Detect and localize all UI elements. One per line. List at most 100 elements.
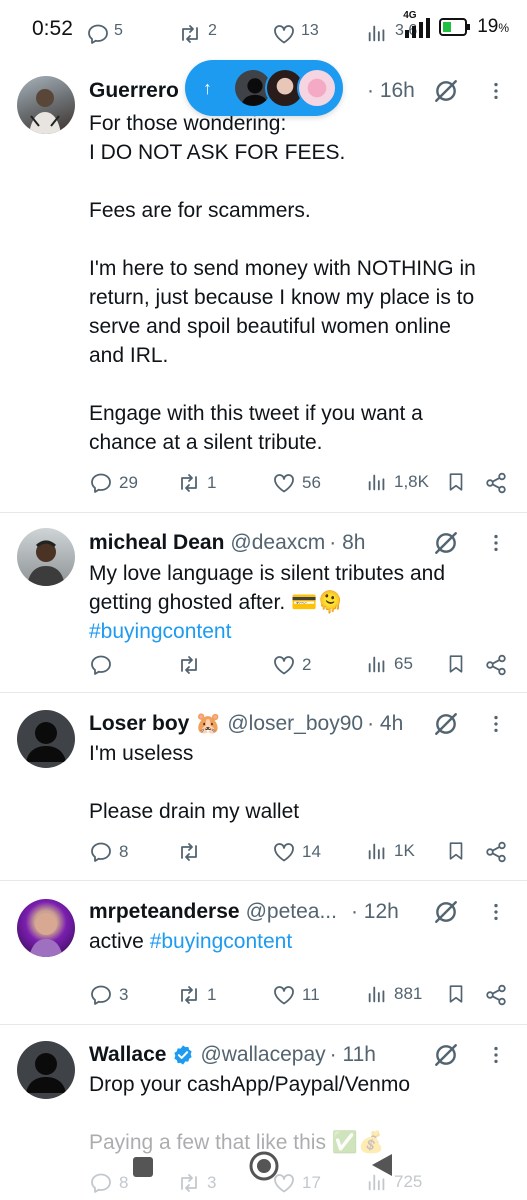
home-button[interactable] <box>248 1150 280 1187</box>
views-button[interactable]: 65 <box>366 653 413 675</box>
faded-reply-icon <box>86 22 110 51</box>
grok-icon[interactable] <box>433 899 459 925</box>
arrow-up-icon: ↑ <box>203 77 212 98</box>
grok-icon[interactable] <box>433 530 459 556</box>
reply-button[interactable]: 8 <box>89 840 128 864</box>
bookmark-button[interactable] <box>445 983 467 1005</box>
grok-icon[interactable] <box>433 78 459 104</box>
tweet-actions: 8 14 1K <box>89 840 509 866</box>
reply-button[interactable]: 29 <box>89 471 138 495</box>
more-icon[interactable] <box>485 80 507 102</box>
reply-button[interactable] <box>89 653 119 677</box>
share-button[interactable] <box>484 653 508 677</box>
more-icon[interactable] <box>485 901 507 923</box>
share-button[interactable] <box>484 840 508 864</box>
avatar[interactable] <box>17 76 75 134</box>
avatar[interactable] <box>17 528 75 586</box>
timestamp[interactable]: · 8h <box>329 531 365 555</box>
home-icon <box>249 1151 279 1181</box>
text-line: getting ghosted after. 💳🫠 <box>89 591 344 614</box>
grok-icon[interactable] <box>433 711 459 737</box>
faded-retweet-count: 2 <box>208 22 217 39</box>
faded-reply-count: 5 <box>114 22 123 39</box>
text-line <box>89 768 497 797</box>
handle[interactable]: @loser_boy90 <box>227 712 363 736</box>
header-actions <box>433 78 507 104</box>
share-button[interactable] <box>484 983 508 1007</box>
recents-button[interactable] <box>132 1156 154 1183</box>
views-button[interactable]: 1,8K <box>366 471 429 493</box>
text-line: I DO NOT ASK FOR FEES. <box>89 141 346 164</box>
signal-icon: 4G <box>403 10 433 38</box>
retweet-count: 1 <box>207 473 217 492</box>
like-button[interactable]: 2 <box>272 653 311 677</box>
views-button[interactable]: 1K <box>366 840 415 862</box>
tweet[interactable]: micheal Dean @deaxcm · 8h My love langua… <box>0 513 527 693</box>
text-line: and IRL. <box>89 344 169 367</box>
text-line: Fees are for scammers. <box>89 199 311 222</box>
like-count: 11 <box>302 985 320 1004</box>
grok-icon[interactable] <box>433 1042 459 1068</box>
handle[interactable]: @deaxcm <box>230 531 325 555</box>
tweet-header: mrpeteanderse @petea... · 12h <box>89 898 527 926</box>
display-name[interactable]: Guerrero <box>89 79 179 103</box>
like-button[interactable]: 11 <box>272 983 320 1007</box>
text-line: Engage with this tweet if you want a <box>89 402 423 425</box>
timestamp[interactable]: · 12h <box>351 900 399 924</box>
faded-like-count: 13 <box>301 22 319 39</box>
battery-level: 19% <box>477 16 509 37</box>
reply-count: 29 <box>119 473 138 492</box>
system-nav-bar <box>0 1142 527 1200</box>
views-button[interactable]: 881 <box>366 983 422 1005</box>
like-button[interactable]: 56 <box>272 471 321 495</box>
back-button[interactable] <box>370 1152 394 1183</box>
share-button[interactable] <box>484 471 508 495</box>
reply-count: 8 <box>119 842 129 861</box>
display-name[interactable]: mrpeteanderse <box>89 900 240 924</box>
bookmark-button[interactable] <box>445 471 467 493</box>
display-name[interactable]: Wallace <box>89 1043 166 1067</box>
text-line <box>89 167 497 196</box>
header-actions <box>433 1042 507 1068</box>
retweet-button[interactable]: 1 <box>177 471 216 495</box>
retweet-count: 1 <box>207 985 217 1004</box>
timestamp[interactable]: · 11h <box>330 1043 376 1067</box>
bookmark-button[interactable] <box>445 840 467 862</box>
bookmark-button[interactable] <box>445 653 467 675</box>
text-line: return, just because I know my place is … <box>89 286 475 309</box>
tweet-actions: 29 1 56 1,8K <box>89 471 509 497</box>
tweet[interactable]: Guerrero · 16h For those wondering: I DO… <box>0 62 527 513</box>
timestamp[interactable]: · 16h <box>367 79 415 103</box>
more-icon[interactable] <box>485 532 507 554</box>
avatar <box>297 68 337 108</box>
handle[interactable]: @petea... <box>246 900 337 924</box>
avatar[interactable] <box>17 710 75 768</box>
like-button[interactable]: 14 <box>272 840 321 864</box>
text-line: I'm useless <box>89 742 194 765</box>
retweet-button[interactable] <box>177 840 207 864</box>
tweet[interactable]: Loser boy 🐹 @loser_boy90 · 4h I'm useles… <box>0 693 527 881</box>
retweet-button[interactable]: 1 <box>177 983 216 1007</box>
more-icon[interactable] <box>485 713 507 735</box>
faded-retweet-icon <box>178 22 202 51</box>
avatar[interactable] <box>17 899 75 957</box>
status-bar: 0:52 5 2 13 3,6 4G 19% <box>0 0 527 62</box>
text-line: I'm here to send money with NOTHING in <box>89 257 476 280</box>
text-line <box>89 225 497 254</box>
avatar[interactable] <box>17 1041 75 1099</box>
handle[interactable]: @wallacepay <box>200 1043 325 1067</box>
retweet-button[interactable] <box>177 653 207 677</box>
tweet[interactable]: mrpeteanderse @petea... · 12h active #bu… <box>0 881 527 1025</box>
hashtag-link[interactable]: #buyingcontent <box>89 617 497 646</box>
reply-button[interactable]: 3 <box>89 983 128 1007</box>
views-count: 65 <box>394 654 413 673</box>
hashtag-link[interactable]: #buyingcontent <box>150 930 292 953</box>
display-name[interactable]: micheal Dean <box>89 531 224 555</box>
timestamp[interactable]: · 4h <box>367 712 403 736</box>
display-name[interactable]: Loser boy 🐹 <box>89 712 221 736</box>
battery-icon <box>439 18 471 36</box>
new-posts-pill[interactable]: ↑ <box>185 60 343 116</box>
views-count: 1K <box>394 841 415 860</box>
header-actions <box>433 530 507 556</box>
more-icon[interactable] <box>485 1044 507 1066</box>
